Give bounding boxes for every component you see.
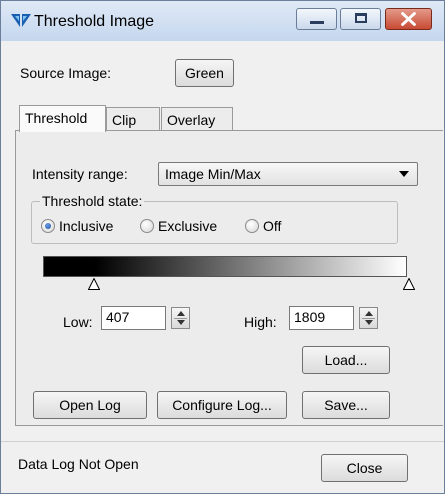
tab-threshold[interactable]: Threshold	[19, 105, 106, 132]
title-bar[interactable]: Threshold Image	[1, 1, 444, 41]
stepper-divider	[362, 318, 375, 319]
high-value-stepper[interactable]	[359, 307, 378, 329]
high-value: 1809	[294, 309, 326, 325]
arrow-up-icon[interactable]	[177, 311, 185, 316]
minimize-button[interactable]	[296, 8, 337, 30]
maximize-icon	[355, 13, 367, 23]
arrow-down-icon[interactable]	[177, 320, 185, 325]
low-value: 407	[106, 309, 130, 325]
threshold-state-label: Threshold state:	[40, 193, 145, 209]
low-value-input[interactable]: 407	[101, 306, 166, 330]
high-value-input[interactable]: 1809	[289, 306, 354, 330]
data-log-status: Data Log Not Open	[18, 456, 139, 472]
window-close-button[interactable]	[385, 8, 432, 30]
radio-off-label[interactable]: Off	[263, 218, 281, 234]
configure-log-button[interactable]: Configure Log...	[157, 391, 287, 419]
app-logo-icon	[11, 14, 31, 27]
threshold-gradient-bar	[43, 256, 407, 277]
load-button[interactable]: Load...	[302, 346, 390, 374]
open-log-button[interactable]: Open Log	[33, 391, 147, 419]
source-image-button[interactable]: Green	[175, 59, 234, 87]
stepper-divider	[174, 318, 187, 319]
arrow-down-icon[interactable]	[365, 320, 373, 325]
arrow-up-icon[interactable]	[365, 311, 373, 316]
source-image-label: Source Image:	[20, 65, 112, 81]
minimize-icon	[310, 21, 324, 24]
chevron-down-icon	[399, 171, 409, 177]
intensity-range-label: Intensity range:	[32, 166, 128, 182]
maximize-button[interactable]	[340, 8, 381, 30]
high-threshold-marker-icon[interactable]	[403, 278, 415, 290]
low-threshold-marker-icon[interactable]	[88, 278, 100, 290]
radio-off[interactable]	[245, 219, 259, 233]
close-icon	[401, 12, 416, 26]
radio-inclusive-label[interactable]: Inclusive	[59, 218, 113, 234]
high-label: High:	[244, 314, 277, 330]
save-button[interactable]: Save...	[302, 391, 390, 419]
threshold-dialog: Threshold Image Source Image: Green Thre…	[0, 0, 445, 494]
radio-exclusive-label[interactable]: Exclusive	[158, 218, 217, 234]
radio-exclusive[interactable]	[140, 219, 154, 233]
intensity-range-value: Image Min/Max	[165, 166, 261, 182]
low-label: Low:	[63, 314, 93, 330]
divider	[1, 441, 444, 442]
radio-inclusive[interactable]	[41, 219, 55, 233]
window-title: Threshold Image	[34, 13, 155, 30]
intensity-range-select[interactable]: Image Min/Max	[158, 162, 418, 186]
low-value-stepper[interactable]	[171, 307, 190, 329]
close-button[interactable]: Close	[321, 454, 408, 482]
